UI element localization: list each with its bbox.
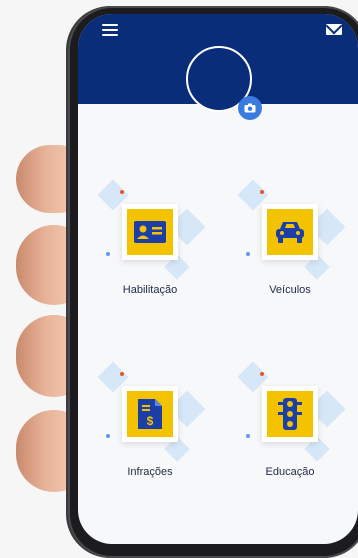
- id-card-icon: [127, 209, 173, 255]
- tile-veiculos[interactable]: Veículos: [230, 179, 350, 336]
- traffic-light-icon: [267, 391, 313, 437]
- phone-screen: Habilitação Veículos $ Infrações Educaçã…: [78, 14, 358, 544]
- car-icon: [267, 209, 313, 255]
- tile-educacao[interactable]: Educação: [230, 361, 350, 518]
- hamburger-menu-icon[interactable]: [102, 24, 118, 36]
- tile-label: Infrações: [127, 466, 173, 478]
- tile-label: Habilitação: [122, 284, 178, 296]
- tile-label: Veículos: [269, 284, 311, 296]
- document-dollar-icon: $: [127, 391, 173, 437]
- svg-text:$: $: [147, 414, 154, 428]
- camera-icon[interactable]: [238, 96, 262, 120]
- tile-label: Educação: [265, 466, 315, 478]
- envelope-icon[interactable]: [326, 24, 342, 35]
- tile-infracoes[interactable]: $ Infrações: [90, 361, 210, 518]
- tile-habilitacao[interactable]: Habilitação: [90, 179, 210, 336]
